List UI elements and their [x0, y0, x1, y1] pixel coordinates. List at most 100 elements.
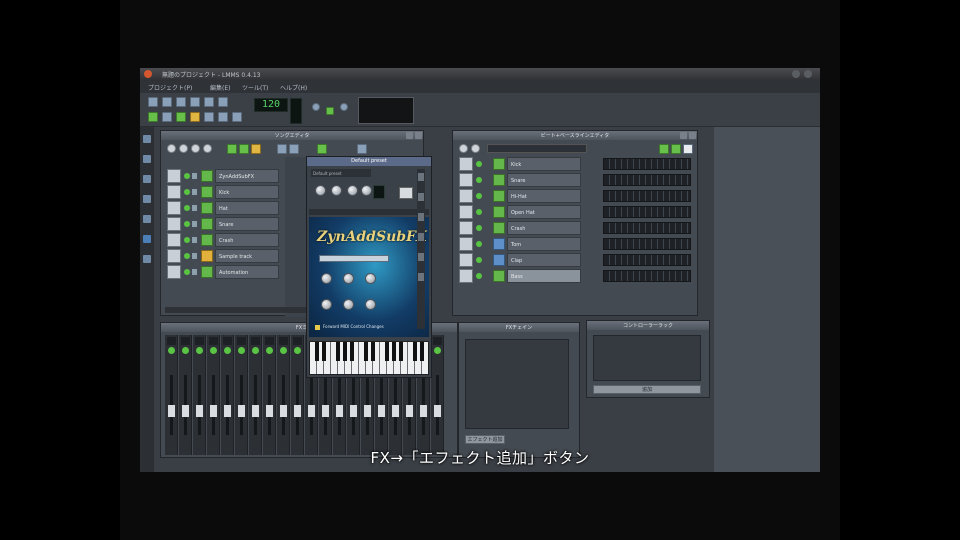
mute-led-icon[interactable]	[476, 193, 482, 199]
my-samples-icon[interactable]	[143, 175, 151, 183]
record-play-icon[interactable]	[203, 144, 212, 153]
my-projects-icon[interactable]	[143, 155, 151, 163]
controller-list[interactable]	[593, 335, 701, 381]
track-settings-icon[interactable]	[167, 185, 181, 199]
channel-mute-led-icon[interactable]	[168, 347, 175, 354]
master-volume-knob[interactable]	[312, 103, 320, 111]
mute-led-icon[interactable]	[476, 273, 482, 279]
draw-mode-icon[interactable]	[277, 144, 287, 154]
beat-track-name[interactable]: Tom	[507, 237, 581, 251]
channel-mute-led-icon[interactable]	[280, 347, 287, 354]
mixer-channel-strip[interactable]	[291, 335, 304, 455]
mute-led-icon[interactable]	[184, 189, 190, 195]
channel-fader[interactable]	[378, 405, 385, 417]
track-row[interactable]: ZynAddSubFX	[167, 169, 279, 183]
black-key[interactable]	[322, 342, 326, 361]
beat-track-name[interactable]: Snare	[507, 173, 581, 187]
track-settings-icon[interactable]	[167, 201, 181, 215]
beat-track-name[interactable]: Kick	[507, 157, 581, 171]
controller-rack-icon[interactable]	[232, 112, 242, 122]
mute-led-icon[interactable]	[184, 253, 190, 259]
mute-led-icon[interactable]	[184, 205, 190, 211]
track-settings-icon[interactable]	[459, 269, 473, 283]
piano-keyboard[interactable]	[309, 341, 429, 375]
play-icon[interactable]	[167, 144, 176, 153]
filter-res-knob[interactable]	[365, 273, 376, 284]
preset-name-field[interactable]: Default preset	[311, 169, 371, 177]
channel-fader[interactable]	[182, 405, 189, 417]
black-key[interactable]	[385, 342, 389, 361]
new-template-icon[interactable]	[162, 97, 172, 107]
add-effect-button[interactable]: エフェクト追加	[465, 435, 505, 444]
step-sequencer[interactable]	[603, 206, 691, 218]
record-icon[interactable]	[191, 144, 200, 153]
channel-fader[interactable]	[210, 405, 217, 417]
track-settings-icon[interactable]	[167, 265, 181, 279]
mute-led-icon[interactable]	[476, 177, 482, 183]
beat-editor-icon[interactable]	[162, 112, 172, 122]
beat-track-name[interactable]: Bass	[507, 269, 581, 283]
channel-mute-led-icon[interactable]	[182, 347, 189, 354]
channel-mute-led-icon[interactable]	[252, 347, 259, 354]
step-sequencer[interactable]	[603, 190, 691, 202]
step-sequencer[interactable]	[603, 222, 691, 234]
forward-midi-checkbox[interactable]	[315, 325, 320, 330]
fm-gain-knob[interactable]	[343, 299, 354, 310]
zoom-icon[interactable]	[317, 144, 327, 154]
portamento-knob[interactable]	[321, 273, 332, 284]
track-row[interactable]: Automation	[167, 265, 279, 279]
filter-freq-knob[interactable]	[343, 273, 354, 284]
channel-mute-led-icon[interactable]	[238, 347, 245, 354]
step-sequencer[interactable]	[603, 238, 691, 250]
mixer-channel-strip[interactable]	[221, 335, 234, 455]
channel-fader[interactable]	[224, 405, 231, 417]
channel-mute-led-icon[interactable]	[266, 347, 273, 354]
show-gui-button[interactable]	[319, 255, 389, 262]
track-name[interactable]: Sample track	[215, 249, 279, 263]
track-row[interactable]: Snare	[167, 217, 279, 231]
beat-track-row[interactable]: Snare	[459, 173, 691, 187]
my-presets-icon[interactable]	[143, 195, 151, 203]
mixer-channel-strip[interactable]	[165, 335, 178, 455]
track-settings-icon[interactable]	[459, 189, 473, 203]
channel-mute-led-icon[interactable]	[196, 347, 203, 354]
high-quality-icon[interactable]	[340, 103, 348, 111]
my-computer-icon[interactable]	[143, 255, 151, 263]
mixer-channel-strip[interactable]	[277, 335, 290, 455]
plugin-tabs[interactable]	[309, 209, 429, 215]
add-beat-icon[interactable]	[659, 144, 669, 154]
project-notes-icon[interactable]	[218, 112, 228, 122]
mute-led-icon[interactable]	[476, 225, 482, 231]
solo-icon[interactable]	[192, 189, 197, 195]
beat-track-row[interactable]: Hi-Hat	[459, 189, 691, 203]
new-project-icon[interactable]	[148, 97, 158, 107]
solo-icon[interactable]	[192, 173, 197, 179]
black-key[interactable]	[371, 342, 375, 361]
range-knob[interactable]	[361, 185, 372, 196]
solo-icon[interactable]	[192, 221, 197, 227]
track-name[interactable]: Crash	[215, 233, 279, 247]
channel-fader[interactable]	[350, 405, 357, 417]
track-settings-icon[interactable]	[167, 249, 181, 263]
solo-icon[interactable]	[192, 205, 197, 211]
mixer-channel-strip[interactable]	[235, 335, 248, 455]
side-button[interactable]	[418, 253, 424, 261]
play-icon[interactable]	[459, 144, 468, 153]
beat-track-name[interactable]: Crash	[507, 221, 581, 235]
mute-led-icon[interactable]	[476, 161, 482, 167]
channel-fader[interactable]	[196, 405, 203, 417]
stop-icon[interactable]	[471, 144, 480, 153]
step-sequencer[interactable]	[603, 254, 691, 266]
solo-icon[interactable]	[192, 237, 197, 243]
channel-fader[interactable]	[322, 405, 329, 417]
root-directory-icon[interactable]	[143, 235, 151, 243]
channel-fader[interactable]	[252, 405, 259, 417]
channel-fader[interactable]	[434, 405, 441, 417]
close-icon[interactable]	[689, 132, 696, 139]
black-key[interactable]	[399, 342, 403, 361]
channel-fader[interactable]	[168, 405, 175, 417]
solo-icon[interactable]	[192, 253, 197, 259]
song-editor-icon[interactable]	[148, 112, 158, 122]
black-key[interactable]	[413, 342, 417, 361]
close-icon[interactable]	[144, 70, 152, 78]
